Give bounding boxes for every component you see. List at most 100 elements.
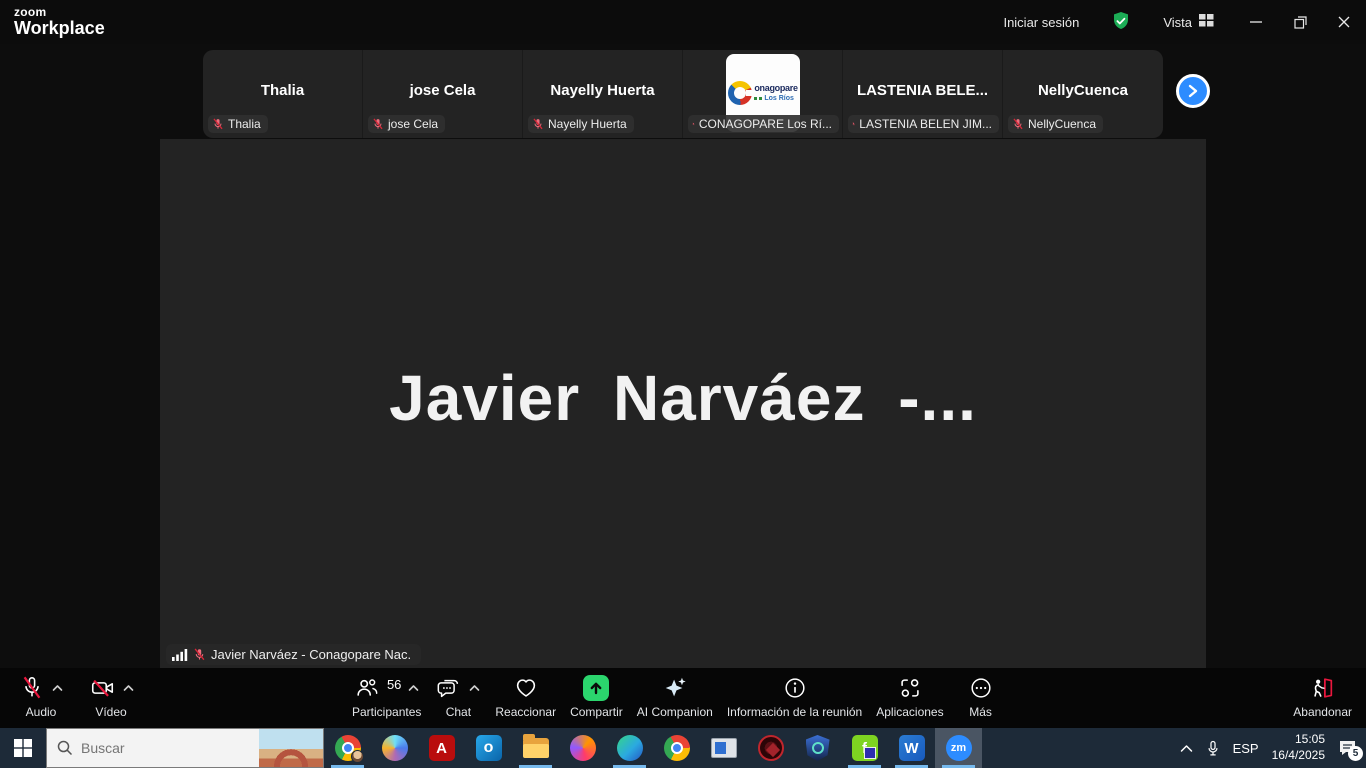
red-app-icon [758, 735, 784, 761]
apps-button[interactable]: Aplicaciones [876, 675, 943, 719]
tray-microphone[interactable] [1206, 740, 1220, 757]
profile-avatar [351, 750, 364, 763]
video-options-chevron-icon[interactable] [123, 684, 134, 692]
file-explorer-icon [523, 738, 549, 758]
active-speaker-label: Javier Narváez - Conagopare Nac. [166, 644, 421, 665]
audio-options-chevron-icon[interactable] [52, 684, 63, 692]
video-tile-conagopare[interactable]: onagopare Los Ríos CONAGOPARE Los Rí... [683, 50, 843, 138]
audio-button[interactable]: Audio [18, 675, 64, 719]
chrome-icon [335, 735, 361, 761]
restore-icon [1294, 16, 1307, 29]
taskbar-copilot[interactable] [371, 728, 418, 768]
tile-center-name: Thalia [203, 82, 362, 99]
react-button[interactable]: Reaccionar [495, 675, 556, 719]
logo-square-icon [759, 97, 762, 100]
acrobat-icon: A [429, 735, 455, 761]
tile-name-label: LASTENIA BELEN JIM... [848, 115, 999, 133]
more-ellipsis-icon [968, 675, 994, 701]
muted-mic-icon [852, 118, 855, 130]
leave-meeting-button[interactable]: Abandonar [1293, 675, 1352, 719]
fx-app-icon: f [852, 735, 878, 761]
tray-date: 16/4/2025 [1272, 748, 1325, 764]
close-button[interactable] [1322, 5, 1366, 39]
taskbar-file-explorer[interactable] [512, 728, 559, 768]
taskbar-edge[interactable] [606, 728, 653, 768]
sign-in-label: Iniciar sesión [1003, 15, 1079, 30]
maximize-button[interactable] [1278, 5, 1322, 39]
video-tile-jose-cela[interactable]: jose Cela jose Cela [363, 50, 523, 138]
tile-center-name: jose Cela [363, 82, 522, 99]
shield-check-icon [1111, 11, 1131, 34]
video-tile-nellycuenca[interactable]: NellyCuenca NellyCuenca [1003, 50, 1163, 138]
participants-options-chevron-icon[interactable] [408, 684, 419, 692]
signal-strength-icon [172, 648, 188, 662]
logo-square-icon [754, 97, 757, 100]
taskbar-word[interactable]: W [888, 728, 935, 768]
taskbar-search[interactable] [46, 728, 324, 768]
chrome-icon [664, 735, 690, 761]
tray-notifications[interactable]: 5 [1338, 739, 1358, 757]
taskbar-chrome-profile[interactable] [324, 728, 371, 768]
active-speaker-display-name: Javier Narváez -... [389, 361, 977, 435]
copilot-icon [382, 735, 408, 761]
info-icon [782, 675, 808, 701]
tile-name-label: Nayelly Huerta [528, 115, 634, 133]
remote-desktop-icon [711, 738, 737, 758]
taskbar-remote-desktop[interactable] [700, 728, 747, 768]
sign-in-button[interactable]: Iniciar sesión [991, 9, 1091, 36]
muted-mic-icon [193, 648, 206, 661]
video-tile-nayelly-huerta[interactable]: Nayelly Huerta Nayelly Huerta [523, 50, 683, 138]
more-button[interactable]: Más [958, 675, 1004, 719]
chat-options-chevron-icon[interactable] [469, 684, 480, 692]
tile-name-label: NellyCuenca [1008, 115, 1103, 133]
tray-language[interactable]: ESP [1233, 741, 1259, 756]
view-button[interactable]: Vista [1151, 8, 1226, 36]
firefox-icon [570, 735, 596, 761]
taskbar-outlook[interactable]: o [465, 728, 512, 768]
taskbar-red-app[interactable] [747, 728, 794, 768]
search-highlight-image[interactable] [259, 729, 323, 767]
meeting-info-button[interactable]: Información de la reunión [727, 675, 862, 719]
taskbar-fx-app[interactable]: f [841, 728, 888, 768]
taskbar-zoom[interactable]: zm [935, 728, 982, 768]
conagopare-ring-icon [728, 81, 752, 105]
tray-show-hidden-icons[interactable] [1180, 744, 1193, 753]
security-shield-button[interactable] [1099, 5, 1143, 40]
video-tile-thalia[interactable]: Thalia Thalia [203, 50, 363, 138]
tray-mic-icon [1206, 740, 1220, 757]
chat-icon [436, 675, 462, 701]
video-button[interactable]: Vídeo [88, 675, 134, 719]
tray-clock[interactable]: 15:05 16/4/2025 [1272, 732, 1325, 763]
share-screen-button[interactable]: Compartir [570, 675, 623, 719]
meeting-stage: Thalia Thalia jose Cela jose Cela Nayell… [0, 44, 1366, 668]
active-speaker-video: Javier Narváez -... Javier Narváez - Con… [160, 139, 1206, 668]
participants-button[interactable]: 56 Participantes [352, 675, 421, 719]
meeting-toolbar: Audio Vídeo 56 Participantes Chat [0, 668, 1366, 728]
taskbar-firefox[interactable] [559, 728, 606, 768]
search-input[interactable] [81, 740, 259, 756]
heart-react-icon [513, 675, 539, 701]
minimize-button[interactable] [1234, 5, 1278, 39]
notification-count-badge: 5 [1348, 746, 1363, 761]
participants-count: 56 [387, 677, 401, 692]
next-participants-button[interactable] [1176, 74, 1210, 108]
start-button[interactable] [0, 728, 46, 768]
close-icon [1338, 16, 1350, 28]
leave-door-icon [1309, 675, 1336, 701]
search-icon [57, 740, 73, 756]
taskbar-security-shield[interactable] [794, 728, 841, 768]
video-tile-lastenia[interactable]: LASTENIA BELE... LASTENIA BELEN JIM... [843, 50, 1003, 138]
chat-button[interactable]: Chat [435, 675, 481, 719]
muted-mic-icon [692, 118, 695, 130]
tile-center-name: NellyCuenca [1003, 82, 1163, 99]
windows-logo-icon [14, 739, 32, 757]
taskbar-acrobat[interactable]: A [418, 728, 465, 768]
muted-camera-slash-icon [89, 675, 116, 701]
chevron-right-icon [1186, 83, 1200, 99]
tile-name-label: Thalia [208, 115, 268, 133]
ai-companion-button[interactable]: AI Companion [637, 675, 713, 719]
taskbar-chrome[interactable] [653, 728, 700, 768]
share-screen-icon [583, 675, 609, 701]
apps-icon [897, 675, 923, 701]
muted-mic-icon [532, 118, 544, 130]
